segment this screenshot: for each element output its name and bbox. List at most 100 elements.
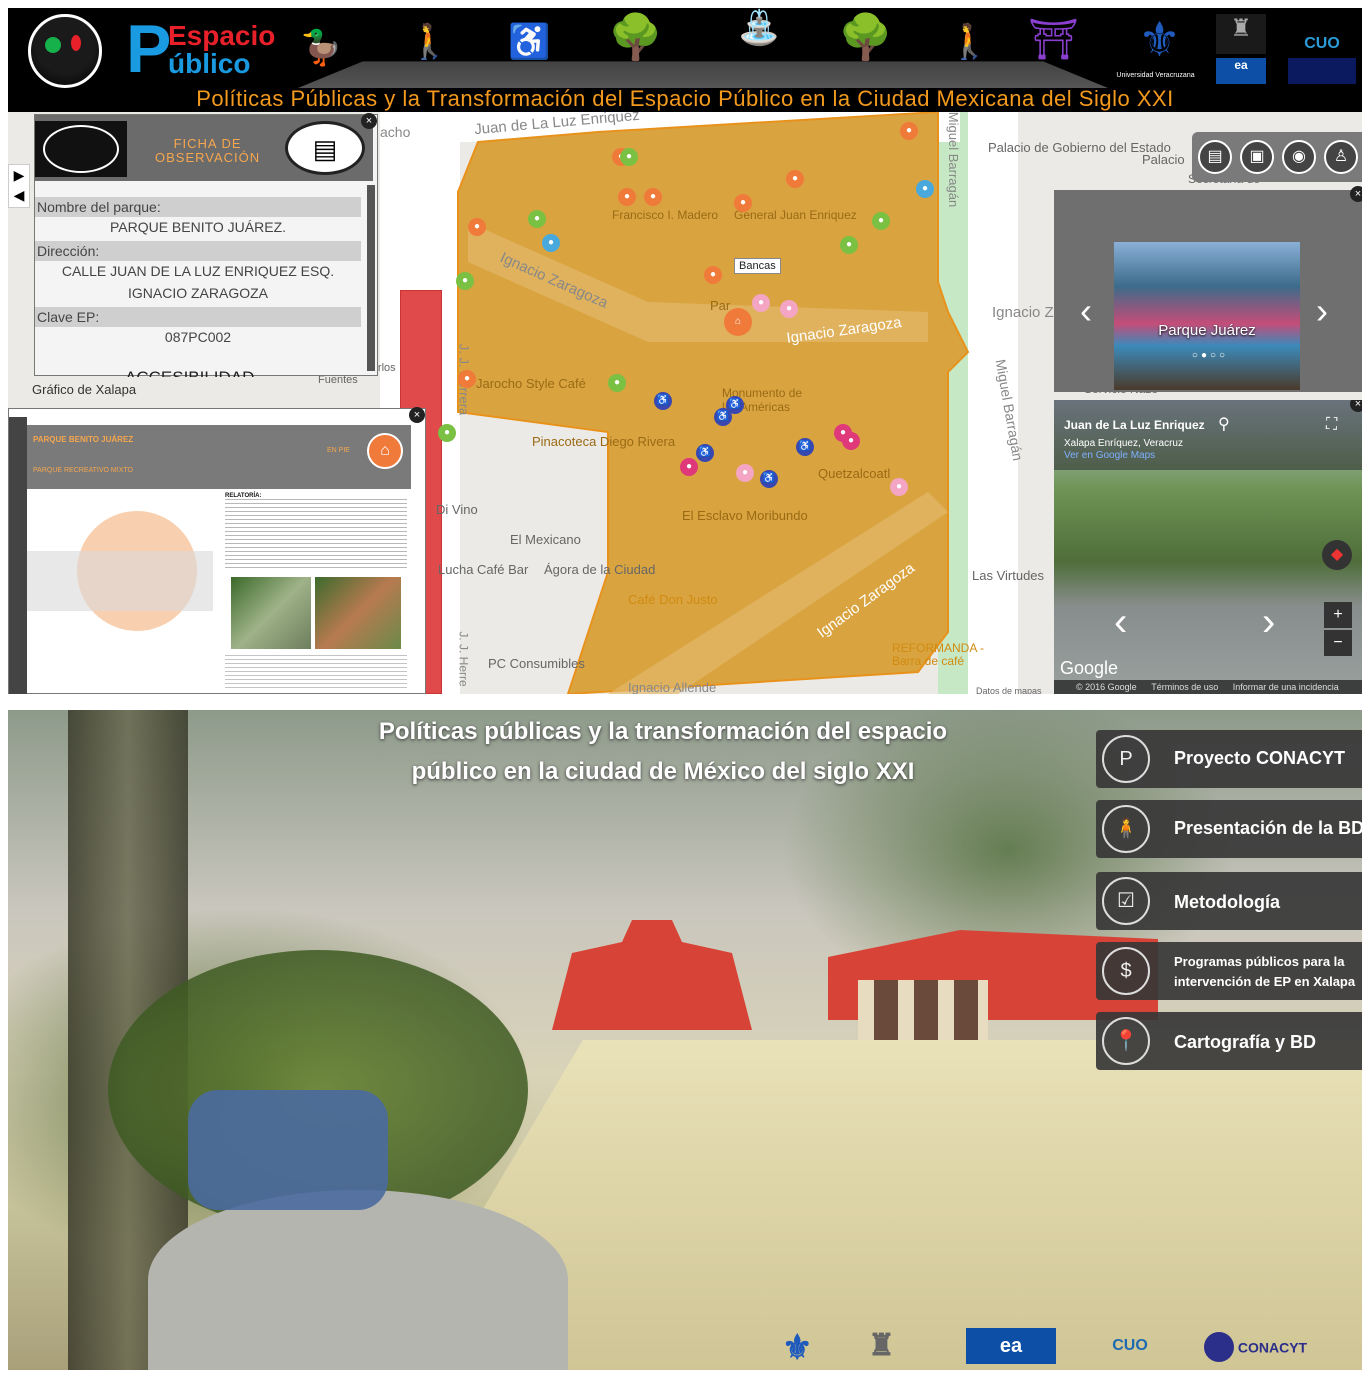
place-label: Quetzalcoatl [818, 466, 891, 481]
wheelchair-icon[interactable]: ♿ [760, 470, 778, 488]
wheelchair-icon[interactable]: ♿ [654, 392, 672, 410]
map-pin-icon: 📍 [1102, 1017, 1150, 1065]
wheelchair-icon: ♿ [508, 23, 551, 61]
doc-side-toolbar [9, 417, 27, 694]
direccion-value-1: CALLE JUAN DE LA LUZ ENRIQUEZ ESQ. [61, 263, 335, 279]
poi-marker[interactable]: ● [780, 300, 798, 318]
poi-marker[interactable]: ● [736, 464, 754, 482]
menu-cartografia-bd[interactable]: 📍 Cartografía y BD [1096, 1012, 1362, 1070]
place-label: Café Don Justo [628, 592, 718, 607]
nav-left-arrow[interactable]: ‹ [1114, 600, 1127, 645]
gallery-icon[interactable]: ▣ [1240, 140, 1274, 174]
poi-marker[interactable]: ● [468, 218, 486, 236]
fullscreen-icon[interactable]: ⛶ [1326, 416, 1337, 434]
wheelchair-icon[interactable]: ♿ [714, 408, 732, 426]
landing-title-line2: público en la ciudad de México del siglo… [411, 758, 915, 785]
colonnade [858, 980, 988, 1040]
scrollbar[interactable] [367, 185, 375, 371]
poi-marker[interactable]: ● [618, 188, 636, 206]
menu-presentacion-bd[interactable]: 🧍 Presentación de la BD [1096, 800, 1362, 858]
bench-icon[interactable]: ● [704, 266, 722, 284]
doc-header: PARQUE BENITO JUÁREZ PARQUE RECREATIVO M… [27, 425, 411, 489]
menu-proyecto-conacyt[interactable]: P Proyecto CONACYT [1096, 730, 1362, 788]
gallery-prev-button[interactable]: ‹ [1080, 290, 1092, 332]
street-view-panel[interactable]: Juan de La Luz Enriquez Xalapa Enríquez,… [1054, 400, 1362, 694]
doc-table [27, 489, 213, 689]
compass-icon[interactable]: ◆ [1322, 540, 1352, 570]
close-icon[interactable]: × [361, 113, 377, 129]
place-label: Pinacoteca Diego Rivera [532, 434, 676, 449]
street-view-info: Juan de La Luz Enriquez Xalapa Enríquez,… [1054, 400, 1362, 470]
conacyt-logo: CONACYT [1204, 1328, 1307, 1364]
poi-marker[interactable]: ● [890, 478, 908, 496]
menu-label: Programas públicos para la [1174, 954, 1345, 969]
money-icon: $ [1102, 947, 1150, 995]
tree-icon[interactable]: ● [456, 272, 474, 290]
park-marker[interactable]: ⌂ [724, 308, 752, 336]
menu-metodologia[interactable]: ☑ Metodología [1096, 872, 1362, 930]
map-screenshot: P Espacio úblico 🦆 🚶 ♿ 🌳 ⛲ 🌳 🚶 ⛩ ⚜ Unive… [8, 8, 1362, 694]
map-canvas[interactable]: Juan de La Luz Enriquez Ignacio Zaragoza… [8, 112, 1362, 694]
poi-marker[interactable]: ● [458, 370, 476, 388]
tree-icon[interactable]: ● [840, 236, 858, 254]
conacyt-text: CONACYT [1237, 1339, 1308, 1356]
streetview-icon[interactable]: ♙ [1324, 140, 1358, 174]
nav-right-arrow[interactable]: › [1262, 600, 1275, 645]
ficha-title-line2: OBSERVACIÓN [155, 150, 261, 165]
tree-icon[interactable]: ● [620, 148, 638, 166]
wheelchair-icon[interactable]: ♿ [796, 438, 814, 456]
tree-icon[interactable]: ● [438, 424, 456, 442]
poi-marker[interactable]: ● [900, 122, 918, 140]
ficha-title-line1: FICHA DE [173, 136, 242, 151]
tree-icon[interactable]: ● [872, 212, 890, 230]
report-link[interactable]: Informar de una incidencia [1233, 682, 1339, 692]
menu-label: intervención de EP en Xalapa [1174, 974, 1356, 989]
doc-photo [315, 577, 401, 649]
poi-marker[interactable]: ● [916, 180, 934, 198]
gallery-dots[interactable]: ○●○○ [1180, 350, 1240, 361]
zoom-in-button[interactable]: + [1324, 602, 1352, 628]
park-polygon[interactable] [448, 112, 988, 694]
poi-marker[interactable]: ● [752, 294, 770, 312]
close-icon[interactable]: × [1350, 186, 1362, 202]
zoom-out-button[interactable]: − [1324, 630, 1352, 656]
person-icon: 🚶 [948, 23, 991, 61]
poi-marker[interactable]: ● [644, 188, 662, 206]
poi-marker[interactable]: ● [542, 234, 560, 252]
espacio-publico-logo [35, 121, 127, 177]
terms-link[interactable]: Términos de uso [1151, 682, 1218, 692]
menu-programas-publicos[interactable]: $ Programas públicos para la intervenció… [1096, 942, 1362, 1000]
google-maps-link[interactable]: Ver en Google Maps [1064, 450, 1155, 461]
poi-marker[interactable]: ● [734, 194, 752, 212]
google-logo: Google [1060, 658, 1119, 678]
conacyt-emblem [1204, 1332, 1234, 1363]
place-label: El Mexicano [510, 532, 581, 547]
landing-title: Políticas públicas y la transformación d… [338, 712, 988, 792]
place-label: Ágora de la Ciudad [544, 562, 656, 577]
place-label: Di Vino [436, 502, 478, 517]
panel-toggle-arrows[interactable]: ▶ ◀ [8, 164, 30, 208]
place-label: PC Consumibles [488, 656, 585, 671]
doc-photo [231, 577, 311, 649]
tree-icon [45, 37, 61, 53]
poi-marker[interactable]: ● [842, 432, 860, 450]
document-eye-icon[interactable]: ▤ [285, 121, 365, 175]
site-title: Políticas Públicas y la Transformación d… [196, 86, 1174, 111]
copyright-text: © 2016 Google [1076, 682, 1137, 692]
map-tooltip: Bancas [734, 258, 781, 274]
street-label: Ignacio Z [992, 304, 1054, 321]
gallery-caption: Parque Juárez [1158, 322, 1256, 339]
poi-marker[interactable]: ● [786, 170, 804, 188]
poi-marker[interactable]: ● [680, 458, 698, 476]
close-icon[interactable]: × [409, 407, 425, 423]
planter [148, 1190, 568, 1370]
document-icon[interactable]: ▤ [1198, 140, 1232, 174]
tree-icon[interactable]: ● [608, 374, 626, 392]
tree-icon[interactable]: ● [528, 210, 546, 228]
wheelchair-icon[interactable]: ♿ [696, 444, 714, 462]
camera-icon[interactable]: ◉ [1282, 140, 1316, 174]
landing-screenshot: Políticas públicas y la transformación d… [8, 710, 1362, 1370]
street-label: Miguel Barragán [946, 112, 962, 208]
gallery-next-button[interactable]: › [1316, 290, 1328, 332]
place-label: Las Virtudes [972, 568, 1045, 583]
